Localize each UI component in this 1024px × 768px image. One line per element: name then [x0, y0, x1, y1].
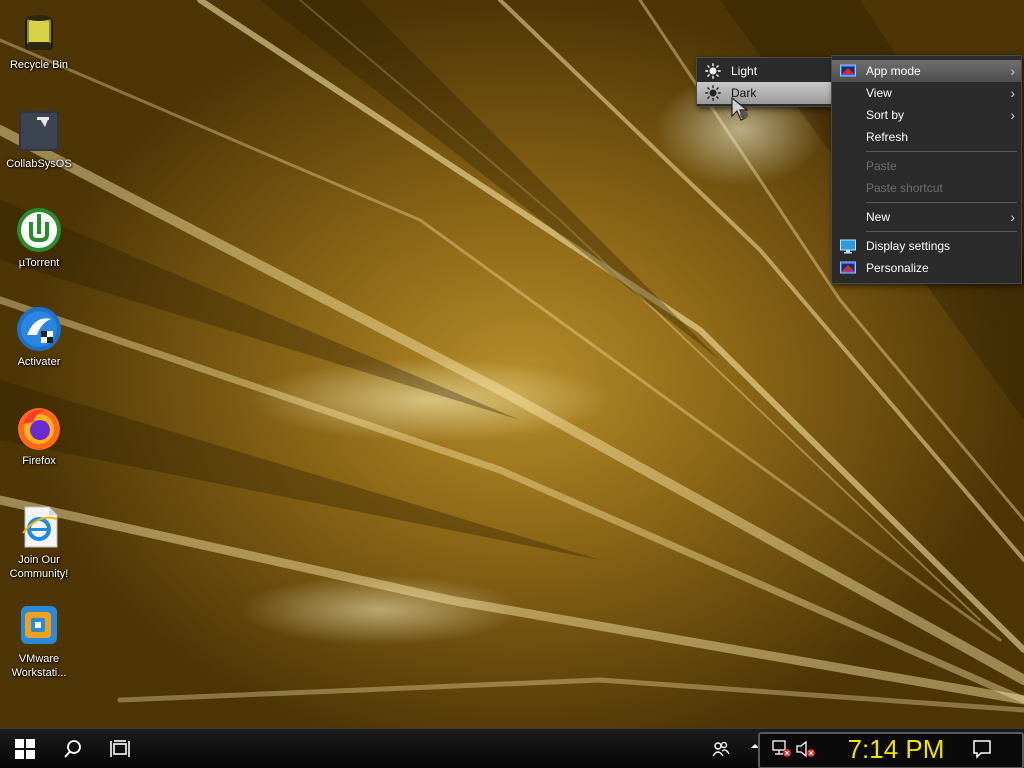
desktop-icon-collabsysos[interactable]: CollabSysOS [2, 107, 76, 171]
chevron-right-icon: › [1010, 107, 1015, 123]
utorrent-icon [17, 208, 61, 252]
menu-item-app-mode[interactable]: App mode › [832, 60, 1021, 82]
desktop-icon-label: Firefox [22, 455, 56, 467]
menu-item-label: Personalize [866, 261, 929, 275]
menu-item-view[interactable]: View › [832, 82, 1021, 104]
desktop-icon-utorrent[interactable]: µTorrent [2, 206, 76, 270]
menu-item-label: App mode [866, 64, 921, 78]
network-icon[interactable] [772, 740, 792, 758]
menu-item-paste: Paste [832, 155, 1021, 177]
folder-icon [19, 111, 59, 151]
desktop-icon-activater[interactable]: Activater [2, 305, 76, 369]
firefox-icon [18, 408, 60, 450]
people-icon[interactable] [712, 740, 730, 758]
desktop[interactable]: Recycle Bin CollabSysOS µTorrent Activat… [0, 0, 1024, 768]
activator-icon [17, 307, 61, 351]
menu-item-dark[interactable]: Dark [697, 82, 833, 104]
menu-item-light[interactable]: Light [697, 60, 833, 82]
taskbar-clock[interactable]: 7:14 PM [836, 733, 956, 765]
display-settings-icon [840, 239, 856, 254]
menu-item-label: Light [731, 64, 758, 78]
menu-item-label: View [866, 86, 892, 100]
vmware-icon [21, 606, 57, 644]
windows-logo-icon [15, 739, 35, 759]
desktop-icon-label: VMware Workstati... [11, 653, 67, 679]
menu-item-display-settings[interactable]: Display settings [832, 235, 1021, 257]
volume-muted-icon[interactable] [796, 740, 816, 758]
search-icon [64, 740, 81, 758]
chevron-right-icon: › [1010, 63, 1015, 79]
recycle-bin-icon [25, 15, 53, 50]
menu-item-label: Sort by [866, 108, 905, 122]
personalize-icon [840, 261, 856, 274]
desktop-icon-join-community[interactable]: Join Our Community! [2, 503, 76, 581]
desktop-context-menu: App mode › View › Sort by › Refresh Past… [831, 55, 1022, 284]
desktop-icon-label: Activater [17, 356, 61, 368]
menu-item-refresh[interactable]: Refresh [832, 126, 1021, 148]
desktop-icon-label: Recycle Bin [9, 59, 69, 71]
menu-separator [866, 202, 1017, 203]
menu-item-label: Refresh [866, 130, 909, 144]
search-button[interactable] [50, 729, 96, 768]
desktop-icon-firefox[interactable]: Firefox [2, 404, 76, 468]
task-view-icon [110, 740, 130, 757]
desktop-icon-vmware[interactable]: VMware Workstati... [2, 602, 76, 680]
task-view-button[interactable] [97, 729, 143, 768]
menu-item-sort-by[interactable]: Sort by › [832, 104, 1021, 126]
chevron-right-icon: › [1010, 85, 1015, 101]
desktop-icon-recycle-bin[interactable]: Recycle Bin [2, 8, 76, 72]
chevron-right-icon: › [1010, 209, 1015, 225]
internet-explorer-icon [22, 506, 58, 548]
menu-item-label: Display settings [866, 239, 951, 253]
sun-icon [705, 63, 721, 79]
sun-icon [705, 85, 721, 101]
menu-item-personalize[interactable]: Personalize [832, 257, 1021, 279]
start-button[interactable] [2, 729, 48, 768]
desktop-icon-label: Join Our Community! [9, 554, 69, 580]
desktop-icon-label: µTorrent [18, 257, 60, 269]
menu-item-label: Paste shortcut [866, 181, 943, 195]
taskbar: 7:14 PM [0, 728, 1024, 768]
app-mode-submenu: Light Dark [696, 57, 834, 107]
app-mode-icon [840, 64, 856, 77]
menu-item-label: Paste [866, 159, 897, 173]
menu-separator [866, 231, 1017, 232]
menu-separator [866, 151, 1017, 152]
mouse-cursor-icon [731, 96, 749, 121]
menu-item-paste-shortcut: Paste shortcut [832, 177, 1021, 199]
menu-item-new[interactable]: New › [832, 206, 1021, 228]
desktop-icon-label: CollabSysOS [6, 158, 72, 170]
action-center-icon[interactable] [972, 739, 992, 759]
menu-item-label: New [866, 210, 891, 224]
